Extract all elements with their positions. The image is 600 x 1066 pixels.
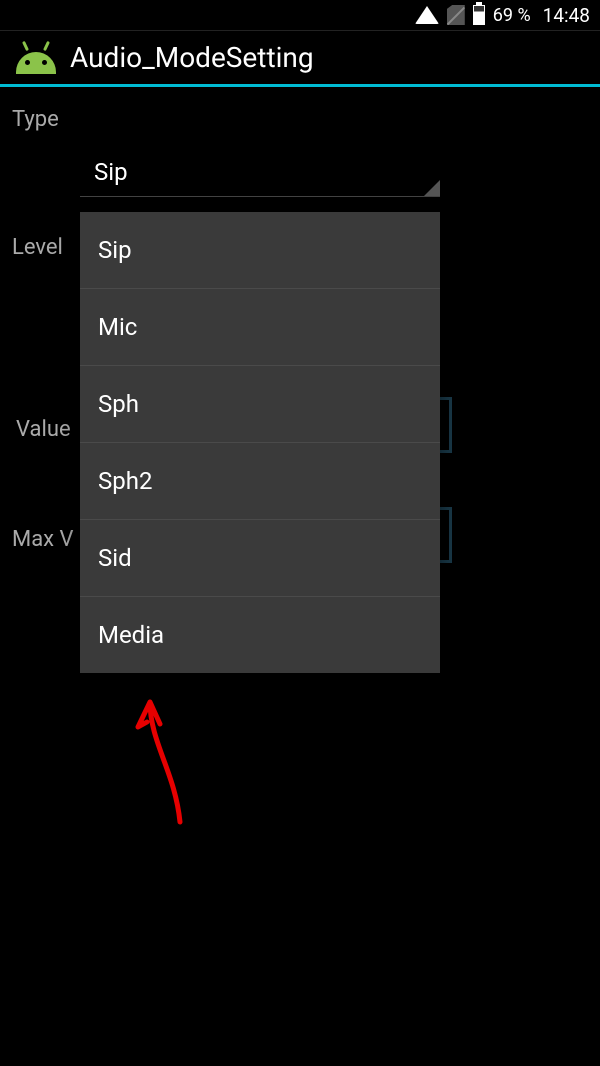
type-spinner-value: Sip	[94, 158, 128, 186]
max-value-label: Max V	[12, 527, 74, 552]
type-spinner[interactable]: Sip	[80, 147, 440, 197]
type-label: Type	[12, 107, 588, 132]
dropdown-item-sph2[interactable]: Sph2	[80, 443, 440, 520]
value-input[interactable]	[440, 397, 452, 453]
content-area: Type Sip Level Value Max V Sip Mic Sph S…	[0, 87, 600, 160]
dropdown-item-sip[interactable]: Sip	[80, 212, 440, 289]
level-label: Level	[12, 235, 63, 260]
annotation-arrow-icon	[120, 692, 200, 832]
page-title: Audio_ModeSetting	[70, 41, 314, 74]
status-bar: 69 % 14:48	[0, 0, 600, 30]
dropdown-item-sph[interactable]: Sph	[80, 366, 440, 443]
android-icon	[16, 42, 56, 74]
max-value-input[interactable]	[440, 507, 452, 563]
battery-icon	[473, 5, 485, 25]
clock-time: 14:48	[543, 4, 590, 27]
dropdown-item-sid[interactable]: Sid	[80, 520, 440, 597]
dropdown-item-media[interactable]: Media	[80, 597, 440, 673]
battery-percentage: 69 %	[493, 5, 531, 26]
wifi-icon	[415, 6, 439, 24]
type-dropdown-list: Sip Mic Sph Sph2 Sid Media	[80, 212, 440, 673]
app-title-bar: Audio_ModeSetting	[0, 31, 600, 84]
no-sim-icon	[447, 5, 465, 25]
value-label: Value	[16, 417, 71, 442]
dropdown-item-mic[interactable]: Mic	[80, 289, 440, 366]
dropdown-triangle-icon	[424, 180, 440, 196]
